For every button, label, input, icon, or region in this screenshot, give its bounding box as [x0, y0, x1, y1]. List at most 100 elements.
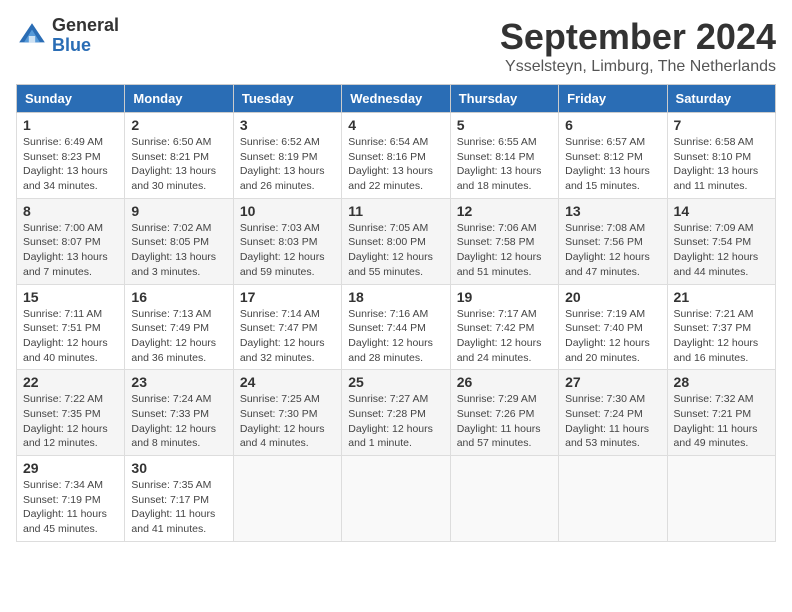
weekday-header-thursday: Thursday: [450, 85, 558, 113]
day-number: 2: [131, 117, 226, 133]
calendar-day-cell: 14 Sunrise: 7:09 AMSunset: 7:54 PMDayligh…: [667, 198, 775, 284]
day-number: 10: [240, 203, 335, 219]
calendar-day-cell: 28 Sunrise: 7:32 AMSunset: 7:21 PMDayligh…: [667, 370, 775, 456]
calendar-day-cell: 4Sunrise: 6:54 AMSunset: 8:16 PMDaylight…: [342, 113, 450, 199]
day-number: 16: [131, 289, 226, 305]
calendar-day-cell: 12 Sunrise: 7:06 AMSunset: 7:58 PMDayligh…: [450, 198, 558, 284]
day-number: 8: [23, 203, 118, 219]
calendar-day-cell: 19 Sunrise: 7:17 AMSunset: 7:42 PMDayligh…: [450, 284, 558, 370]
day-number: 11: [348, 203, 443, 219]
day-info: Sunrise: 7:34 AMSunset: 7:19 PMDaylight:…: [23, 478, 118, 537]
calendar-day-cell: 15 Sunrise: 7:11 AMSunset: 7:51 PMDayligh…: [17, 284, 125, 370]
logo-general-text: General: [52, 16, 119, 36]
calendar-day-cell: 24 Sunrise: 7:25 AMSunset: 7:30 PMDayligh…: [233, 370, 341, 456]
day-number: 15: [23, 289, 118, 305]
day-number: 3: [240, 117, 335, 133]
day-number: 22: [23, 374, 118, 390]
page-header: General Blue September 2024 Ysselsteyn, …: [16, 16, 776, 76]
day-info: Sunrise: 7:35 AMSunset: 7:17 PMDaylight:…: [131, 478, 226, 537]
day-info: Sunrise: 7:02 AMSunset: 8:05 PMDaylight:…: [131, 221, 226, 280]
day-number: 24: [240, 374, 335, 390]
day-number: 14: [674, 203, 769, 219]
day-info: Sunrise: 7:27 AMSunset: 7:28 PMDaylight:…: [348, 392, 443, 451]
day-info: Sunrise: 6:50 AMSunset: 8:21 PMDaylight:…: [131, 135, 226, 194]
weekday-header-sunday: Sunday: [17, 85, 125, 113]
day-info: Sunrise: 7:25 AMSunset: 7:30 PMDaylight:…: [240, 392, 335, 451]
calendar-day-cell: 2 Sunrise: 6:50 AMSunset: 8:21 PMDaylight…: [125, 113, 233, 199]
day-info: Sunrise: 7:16 AMSunset: 7:44 PMDaylight:…: [348, 307, 443, 366]
calendar-day-cell: 3 Sunrise: 6:52 AMSunset: 8:19 PMDaylight…: [233, 113, 341, 199]
day-info: Sunrise: 7:09 AMSunset: 7:54 PMDaylight:…: [674, 221, 769, 280]
day-info: Sunrise: 7:29 AMSunset: 7:26 PMDaylight:…: [457, 392, 552, 451]
day-number: 1: [23, 117, 118, 133]
day-info: Sunrise: 6:54 AMSunset: 8:16 PMDaylight:…: [348, 135, 443, 194]
weekday-header-row: SundayMondayTuesdayWednesdayThursdayFrid…: [17, 85, 776, 113]
weekday-header-friday: Friday: [559, 85, 667, 113]
calendar-day-cell: 20Sunrise: 7:19 AMSunset: 7:40 PMDayligh…: [559, 284, 667, 370]
day-info: Sunrise: 7:30 AMSunset: 7:24 PMDaylight:…: [565, 392, 660, 451]
calendar-day-cell: 7Sunrise: 6:58 AMSunset: 8:10 PMDaylight…: [667, 113, 775, 199]
day-info: Sunrise: 7:03 AMSunset: 8:03 PMDaylight:…: [240, 221, 335, 280]
weekday-header-saturday: Saturday: [667, 85, 775, 113]
day-info: Sunrise: 7:13 AMSunset: 7:49 PMDaylight:…: [131, 307, 226, 366]
empty-cell: [559, 456, 667, 542]
calendar-table: SundayMondayTuesdayWednesdayThursdayFrid…: [16, 84, 776, 542]
logo: General Blue: [16, 16, 119, 56]
calendar-week-row: 8 Sunrise: 7:00 AMSunset: 8:07 PMDaylight…: [17, 198, 776, 284]
weekday-header-monday: Monday: [125, 85, 233, 113]
day-number: 28: [674, 374, 769, 390]
day-number: 7: [674, 117, 769, 133]
day-number: 29: [23, 460, 118, 476]
day-info: Sunrise: 7:32 AMSunset: 7:21 PMDaylight:…: [674, 392, 769, 451]
calendar-day-cell: 8 Sunrise: 7:00 AMSunset: 8:07 PMDaylight…: [17, 198, 125, 284]
logo-text: General Blue: [52, 16, 119, 56]
day-info: Sunrise: 7:21 AMSunset: 7:37 PMDaylight:…: [674, 307, 769, 366]
calendar-day-cell: 1 Sunrise: 6:49 AMSunset: 8:23 PMDaylight…: [17, 113, 125, 199]
weekday-header-tuesday: Tuesday: [233, 85, 341, 113]
weekday-header-wednesday: Wednesday: [342, 85, 450, 113]
location: Ysselsteyn, Limburg, The Netherlands: [500, 58, 776, 76]
calendar-day-cell: 6 Sunrise: 6:57 AMSunset: 8:12 PMDaylight…: [559, 113, 667, 199]
logo-blue-text: Blue: [52, 36, 119, 56]
day-info: Sunrise: 7:08 AMSunset: 7:56 PMDaylight:…: [565, 221, 660, 280]
day-info: Sunrise: 7:19 AMSunset: 7:40 PMDaylight:…: [565, 307, 660, 366]
day-number: 26: [457, 374, 552, 390]
calendar-week-row: 29 Sunrise: 7:34 AMSunset: 7:19 PMDayligh…: [17, 456, 776, 542]
day-info: Sunrise: 6:57 AMSunset: 8:12 PMDaylight:…: [565, 135, 660, 194]
day-info: Sunrise: 7:22 AMSunset: 7:35 PMDaylight:…: [23, 392, 118, 451]
day-info: Sunrise: 6:52 AMSunset: 8:19 PMDaylight:…: [240, 135, 335, 194]
day-number: 23: [131, 374, 226, 390]
day-info: Sunrise: 6:49 AMSunset: 8:23 PMDaylight:…: [23, 135, 118, 194]
calendar-day-cell: 16 Sunrise: 7:13 AMSunset: 7:49 PMDayligh…: [125, 284, 233, 370]
empty-cell: [667, 456, 775, 542]
day-info: Sunrise: 7:24 AMSunset: 7:33 PMDaylight:…: [131, 392, 226, 451]
day-info: Sunrise: 7:00 AMSunset: 8:07 PMDaylight:…: [23, 221, 118, 280]
day-info: Sunrise: 7:17 AMSunset: 7:42 PMDaylight:…: [457, 307, 552, 366]
logo-icon: [16, 20, 48, 52]
day-info: Sunrise: 6:55 AMSunset: 8:14 PMDaylight:…: [457, 135, 552, 194]
calendar-day-cell: 11 Sunrise: 7:05 AMSunset: 8:00 PMDayligh…: [342, 198, 450, 284]
day-number: 18: [348, 289, 443, 305]
calendar-week-row: 15 Sunrise: 7:11 AMSunset: 7:51 PMDayligh…: [17, 284, 776, 370]
day-number: 19: [457, 289, 552, 305]
day-number: 30: [131, 460, 226, 476]
calendar-day-cell: 25Sunrise: 7:27 AMSunset: 7:28 PMDayligh…: [342, 370, 450, 456]
calendar-day-cell: 10 Sunrise: 7:03 AMSunset: 8:03 PMDayligh…: [233, 198, 341, 284]
calendar-week-row: 22 Sunrise: 7:22 AMSunset: 7:35 PMDayligh…: [17, 370, 776, 456]
day-number: 27: [565, 374, 660, 390]
calendar-day-cell: 30 Sunrise: 7:35 AMSunset: 7:17 PMDayligh…: [125, 456, 233, 542]
day-number: 5: [457, 117, 552, 133]
calendar-day-cell: 27 Sunrise: 7:30 AMSunset: 7:24 PMDayligh…: [559, 370, 667, 456]
day-number: 6: [565, 117, 660, 133]
day-info: Sunrise: 7:11 AMSunset: 7:51 PMDaylight:…: [23, 307, 118, 366]
day-info: Sunrise: 7:06 AMSunset: 7:58 PMDaylight:…: [457, 221, 552, 280]
day-info: Sunrise: 7:14 AMSunset: 7:47 PMDaylight:…: [240, 307, 335, 366]
calendar-day-cell: 23 Sunrise: 7:24 AMSunset: 7:33 PMDayligh…: [125, 370, 233, 456]
day-number: 12: [457, 203, 552, 219]
day-info: Sunrise: 7:05 AMSunset: 8:00 PMDaylight:…: [348, 221, 443, 280]
empty-cell: [342, 456, 450, 542]
calendar-day-cell: 22 Sunrise: 7:22 AMSunset: 7:35 PMDayligh…: [17, 370, 125, 456]
day-number: 13: [565, 203, 660, 219]
empty-cell: [450, 456, 558, 542]
calendar-day-cell: 9Sunrise: 7:02 AMSunset: 8:05 PMDaylight…: [125, 198, 233, 284]
